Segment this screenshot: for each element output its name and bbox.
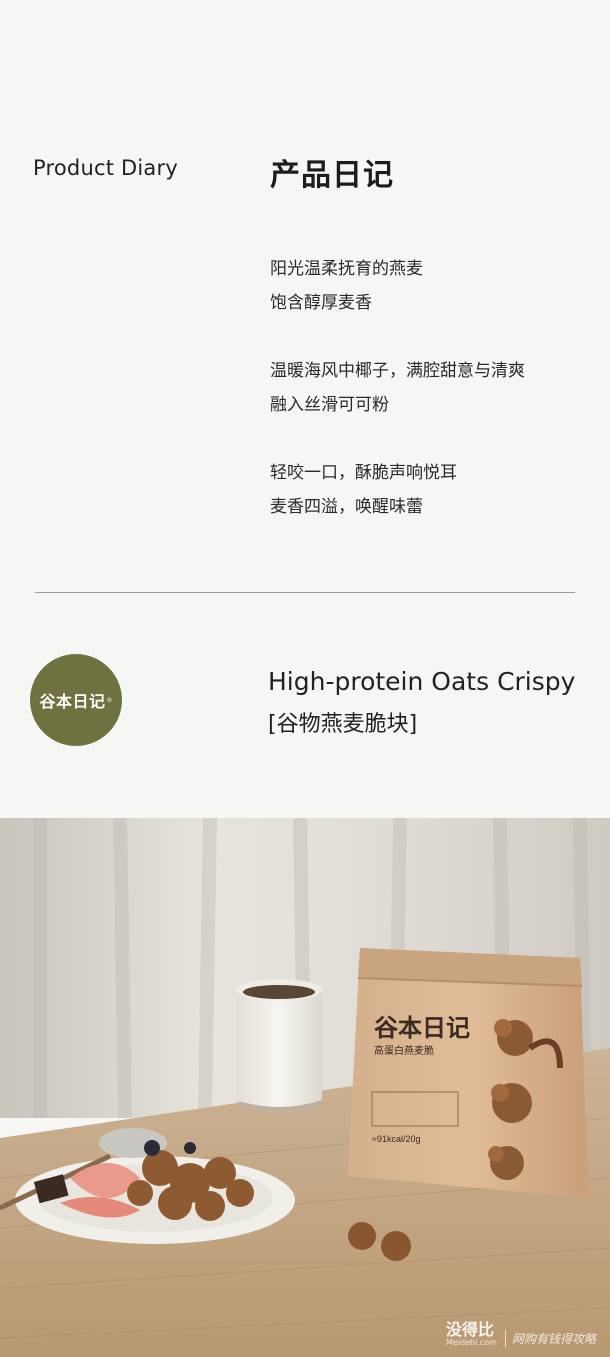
watermark-slogan: 网购有钱得攻略 [504, 1330, 596, 1347]
watermark-sub: Meidebi.com [446, 1338, 497, 1347]
bag-brand-text: 谷本日记 [374, 1015, 470, 1042]
paragraph: 阳光温柔抚育的燕麦 饱含醇厚麦香 [270, 252, 423, 320]
bag-subtitle-text: 高蛋白燕麦脆 [374, 1044, 434, 1057]
section-title-cn: 产品日记 [270, 158, 394, 193]
intro-section: Product Diary 产品日记 阳光温柔抚育的燕麦 饱含醇厚麦香 温暖海风… [0, 0, 610, 818]
brand-logo-text: 谷本日记 [39, 692, 106, 711]
product-scene-illustration: 谷本日记 高蛋白燕麦脆 ≈91kcal/20g [0, 818, 610, 1357]
product-name-en: High-protein Oats Crispy [268, 667, 576, 696]
divider [35, 592, 575, 593]
paragraph-line: 温暖海风中椰子，满腔甜意与清爽 [270, 361, 525, 381]
paragraph-line: 轻咬一口，酥脆声响悦耳 [270, 463, 457, 483]
product-photo: 谷本日记 高蛋白燕麦脆 ≈91kcal/20g 没得比 Meidebi.com … [0, 818, 610, 1357]
watermark: 没得比 Meidebi.com 网购有钱得攻略 [446, 1322, 596, 1347]
paragraph-line: 饱含醇厚麦香 [270, 293, 372, 313]
paragraph-line: 阳光温柔抚育的燕麦 [270, 259, 423, 279]
registered-mark: ® [106, 696, 113, 704]
section-title-en: Product Diary [33, 156, 178, 180]
product-name-cn: [谷物燕麦脆块] [268, 712, 418, 737]
brand-logo: 谷本日记 ® [30, 654, 122, 746]
paragraph-line: 融入丝滑可可粉 [270, 395, 389, 415]
bag-calories-text: ≈91kcal/20g [372, 1134, 420, 1144]
paragraph: 轻咬一口，酥脆声响悦耳 麦香四溢，唤醒味蕾 [270, 456, 457, 524]
paragraph-line: 麦香四溢，唤醒味蕾 [270, 497, 423, 517]
paragraph: 温暖海风中椰子，满腔甜意与清爽 融入丝滑可可粉 [270, 354, 525, 422]
watermark-main: 没得比 [446, 1320, 495, 1339]
